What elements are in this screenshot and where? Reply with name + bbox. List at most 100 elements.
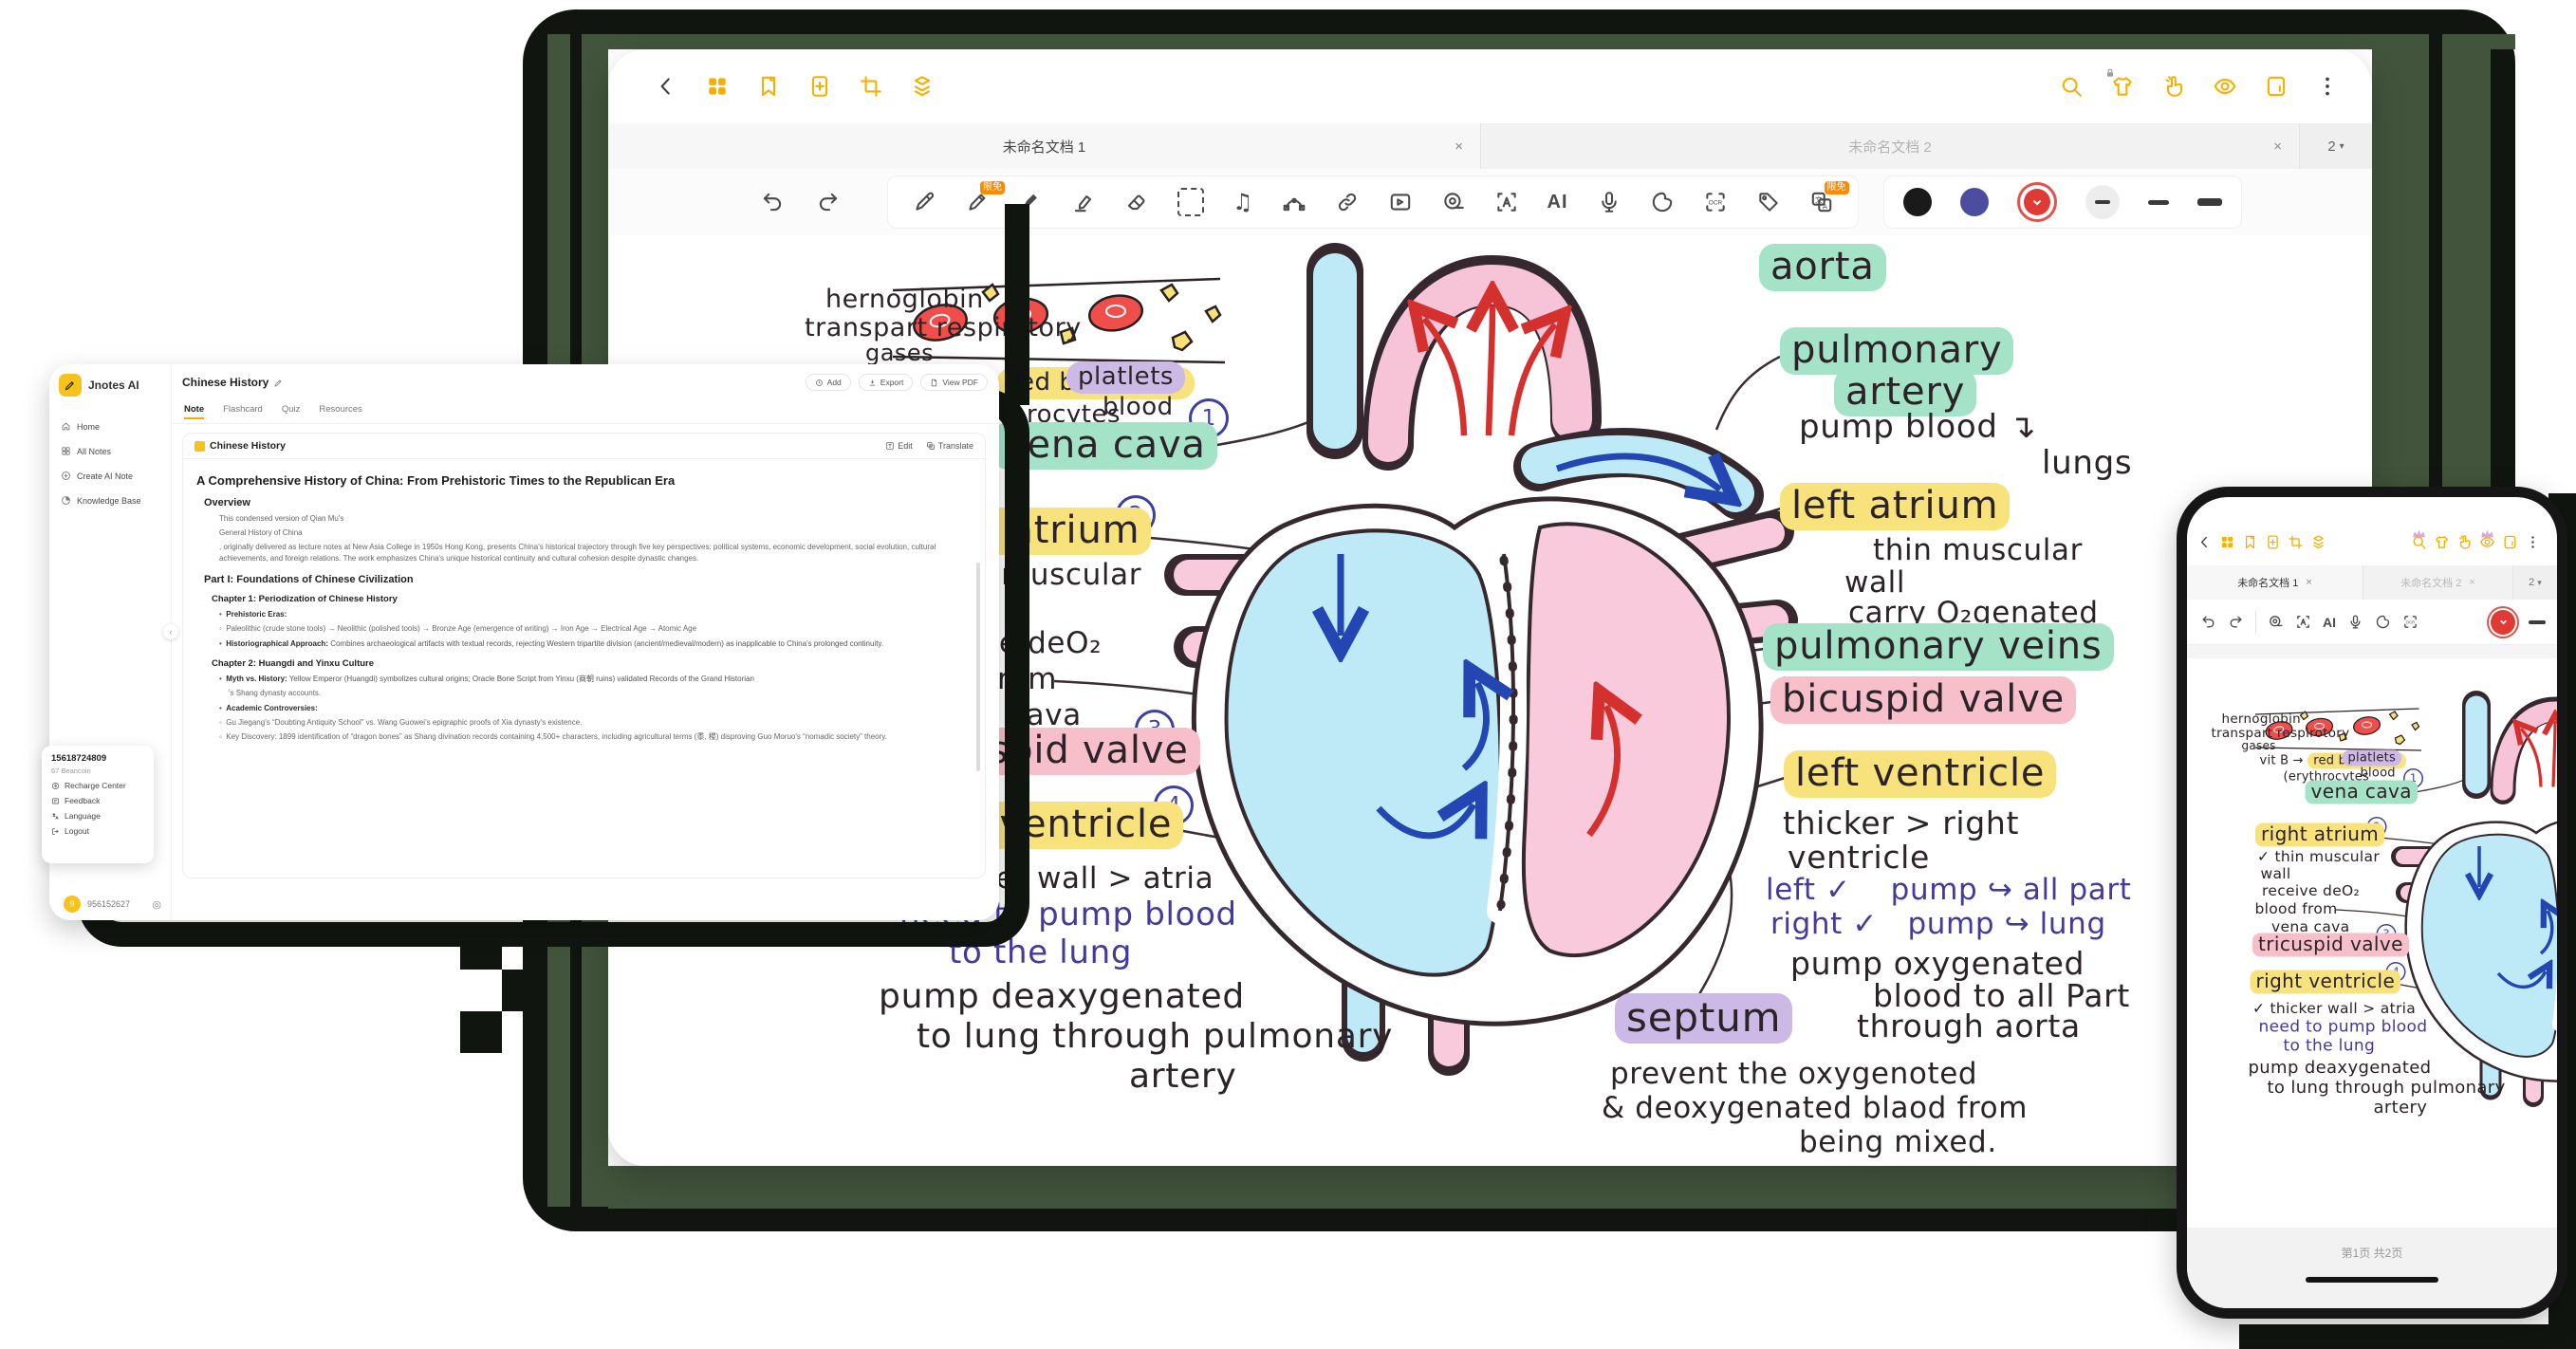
document-body[interactable]: A Comprehensive History of China: From P… <box>196 466 964 874</box>
theme-shirt-icon[interactable] <box>2434 534 2450 550</box>
search-icon[interactable] <box>2059 74 2084 99</box>
highlighter-tool-icon[interactable] <box>1071 190 1096 214</box>
tape-tool-icon[interactable] <box>1441 190 1466 214</box>
tab-close-icon[interactable]: × <box>2469 577 2474 588</box>
add-button[interactable]: Add <box>806 374 851 391</box>
translate-tool-icon[interactable]: 限免 <box>1809 190 1834 214</box>
color-swatch-red-selected[interactable] <box>2491 610 2515 635</box>
color-panel <box>1883 176 2242 229</box>
screenshot-crop-icon[interactable] <box>859 74 883 99</box>
home-indicator[interactable] <box>2306 1277 2438 1283</box>
avatar[interactable]: 9 <box>64 896 81 913</box>
more-dots-icon[interactable] <box>2315 74 2340 99</box>
media-tool-icon[interactable] <box>1388 190 1413 214</box>
bookmark-icon[interactable] <box>2242 534 2258 550</box>
redo-icon[interactable] <box>816 190 841 214</box>
ocr-tool-icon[interactable] <box>2402 614 2418 630</box>
color-swatch-black[interactable] <box>1903 188 1932 216</box>
undo-icon[interactable] <box>760 190 785 214</box>
sticker-tool-icon[interactable] <box>1650 190 1675 214</box>
gesture-hand-icon[interactable] <box>2456 534 2473 550</box>
redo-icon[interactable] <box>2228 614 2244 630</box>
canvas-label-being-mixed: being mixed. <box>1799 1125 1997 1159</box>
tab-flashcard[interactable]: Flashcard <box>223 404 263 419</box>
doc-bullet: • Historiographical Approach: Combines a… <box>219 638 964 650</box>
microphone-tool-icon[interactable] <box>1597 190 1622 214</box>
tab-close-icon[interactable]: × <box>2306 577 2311 588</box>
sidebar-item-create-ai-note[interactable]: Create AI Note <box>61 471 133 481</box>
page-count-dropdown[interactable]: 2▾ <box>2300 123 2372 169</box>
menu-item-language[interactable]: Language <box>51 811 144 821</box>
sidebar-item-knowledge-base[interactable]: Knowledge Base <box>61 495 141 506</box>
undo-icon[interactable] <box>2200 614 2216 630</box>
microphone-tool-icon[interactable] <box>2347 614 2363 630</box>
grid-icon[interactable] <box>705 74 730 99</box>
gesture-hand-icon[interactable] <box>2161 74 2186 99</box>
sticker-tool-icon[interactable] <box>2375 614 2391 630</box>
link-tool-icon[interactable] <box>1335 190 1360 214</box>
scrollbar[interactable] <box>976 563 980 771</box>
ai-tool-icon[interactable]: AI <box>2323 615 2336 630</box>
search-icon[interactable] <box>2411 534 2427 550</box>
grid-icon[interactable] <box>2219 534 2235 550</box>
color-swatch-red-selected[interactable] <box>2017 182 2057 222</box>
music-tool-icon[interactable]: ♫ <box>1232 189 1253 215</box>
tab-resources[interactable]: Resources <box>319 404 361 419</box>
layers-icon[interactable] <box>2310 534 2326 550</box>
canvas-label-to-the-lung: to the lung <box>2284 1036 2376 1055</box>
view-pdf-button[interactable]: View PDF <box>920 374 988 391</box>
color-swatch-indigo[interactable] <box>1960 188 1989 216</box>
theme-shirt-icon[interactable] <box>2110 74 2135 99</box>
eye-icon[interactable] <box>2213 74 2237 99</box>
screenshot-crop-icon[interactable] <box>2288 534 2304 550</box>
bezier-tool-icon[interactable] <box>1282 190 1307 214</box>
tape-tool-icon[interactable] <box>2268 614 2284 630</box>
tab-doc1-close-icon[interactable]: × <box>1455 139 1463 155</box>
menu-item-feedback[interactable]: Feedback <box>51 796 144 805</box>
page-panel-icon[interactable] <box>2502 534 2518 550</box>
layers-icon[interactable] <box>910 74 935 99</box>
menu-item-recharge[interactable]: Recharge Center <box>51 781 144 790</box>
add-page-icon[interactable] <box>2265 534 2281 550</box>
export-button[interactable]: Export <box>859 374 914 391</box>
tag-pen-tool-icon[interactable] <box>1756 190 1781 214</box>
back-icon[interactable] <box>654 74 678 99</box>
phone-canvas[interactable]: hernoglobin transpart respirotory gases … <box>2187 658 2557 1228</box>
tab-note[interactable]: Note <box>184 404 204 419</box>
stroke-width[interactable] <box>2529 620 2546 624</box>
eraser-tool-icon[interactable] <box>1124 190 1149 214</box>
menu-item-logout[interactable]: Logout <box>51 826 144 836</box>
tab-quiz[interactable]: Quiz <box>282 404 301 419</box>
pen-tool-icon[interactable] <box>912 190 936 214</box>
tab-doc2[interactable]: 未命名文档 2× <box>2363 565 2513 600</box>
tab-doc2-close-icon[interactable]: × <box>2273 139 2282 155</box>
window-shadow-extension <box>1005 204 1029 405</box>
settings-gear-icon[interactable]: ◎ <box>152 898 161 911</box>
pencil-tool-icon[interactable]: 限免 <box>965 190 990 214</box>
page-panel-icon[interactable] <box>2264 74 2289 99</box>
ai-tool-icon[interactable]: AI <box>1547 192 1568 213</box>
more-dots-icon[interactable] <box>2525 534 2541 550</box>
canvas-label-left-pump: left ✓ pump ↪ all part <box>1766 873 2132 907</box>
edit-note-button[interactable]: Edit <box>885 441 913 451</box>
text-box-tool-icon[interactable] <box>1494 190 1519 214</box>
text-box-tool-icon[interactable] <box>2295 614 2311 630</box>
eye-icon[interactable] <box>2479 534 2495 550</box>
tab-doc1[interactable]: 未命名文档 1 × <box>608 123 1481 169</box>
select-tool-icon[interactable] <box>1177 188 1204 216</box>
tab-doc2[interactable]: 未命名文档 2 × <box>1481 123 2300 169</box>
add-page-icon[interactable] <box>807 74 832 99</box>
edit-title-icon[interactable] <box>273 378 284 388</box>
bookmark-icon[interactable] <box>756 74 781 99</box>
crown-icon <box>2479 527 2495 543</box>
translate-note-button[interactable]: Translate <box>926 441 973 451</box>
sidebar-item-all-notes[interactable]: All Notes <box>61 446 111 456</box>
stroke-width-medium[interactable] <box>2148 200 2169 205</box>
back-icon[interactable] <box>2196 534 2213 550</box>
stroke-width-large[interactable] <box>2197 198 2222 206</box>
tab-doc1[interactable]: 未命名文档 1× <box>2187 565 2363 600</box>
sidebar-item-home[interactable]: Home <box>61 421 100 432</box>
ocr-tool-icon[interactable] <box>1703 190 1728 214</box>
page-count-dropdown[interactable]: 2▾ <box>2513 565 2557 600</box>
stroke-width-small[interactable] <box>2085 185 2120 219</box>
